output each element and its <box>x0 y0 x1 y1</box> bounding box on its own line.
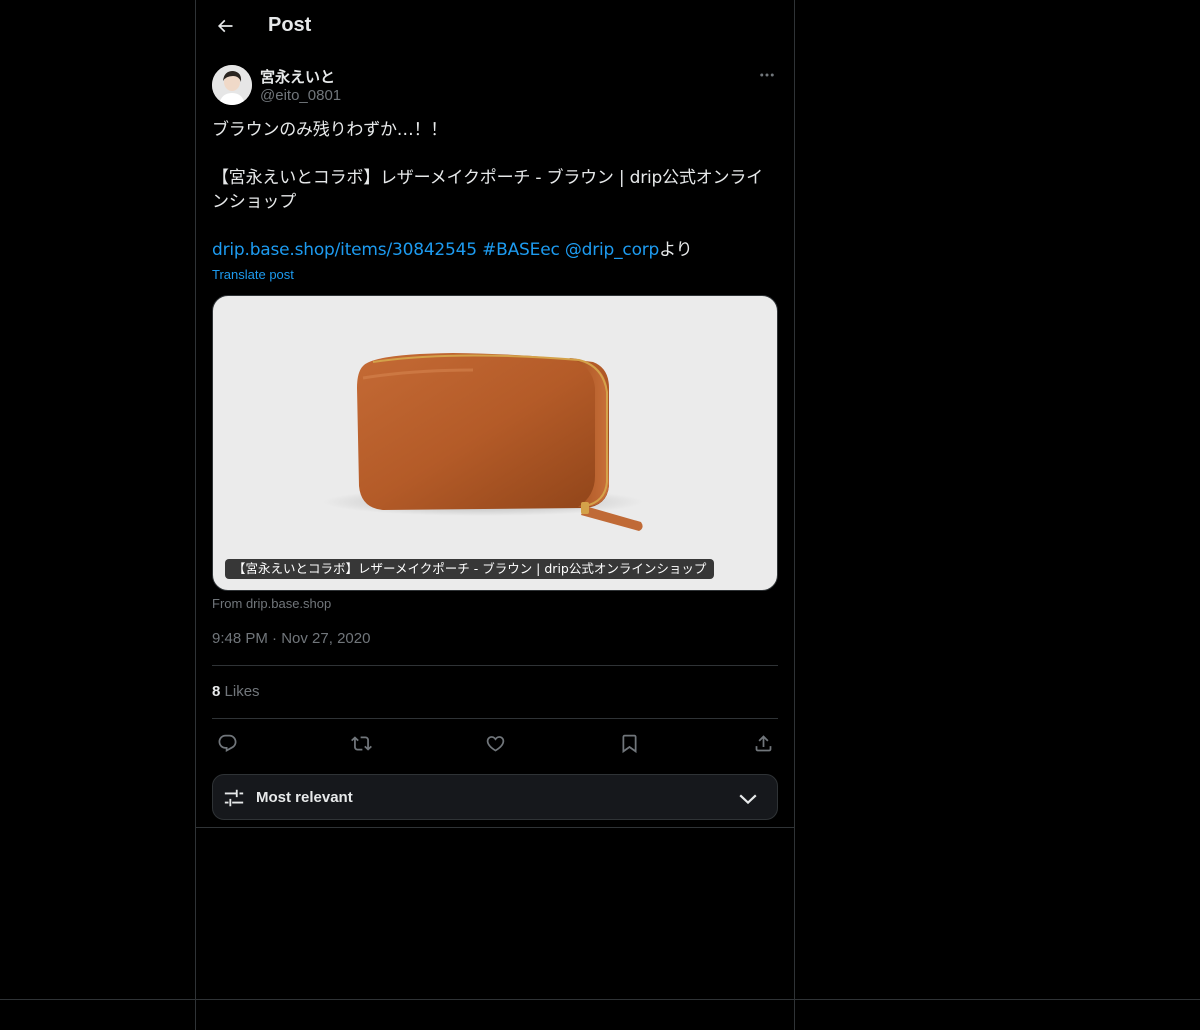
likes-count[interactable]: 8 Likes <box>212 683 260 700</box>
timestamp-separator: · <box>272 630 278 647</box>
likes-number: 8 <box>212 683 221 700</box>
more-horizontal-icon <box>760 73 774 77</box>
main-column: Post 宮永えいと @eito_0801 ブラウンのみ残りわずか…！！ 【宮永… <box>195 0 795 1030</box>
post-text-blank <box>212 142 778 166</box>
translate-post-link[interactable]: Translate post <box>212 267 294 282</box>
reply-button[interactable] <box>212 728 242 758</box>
divider <box>212 718 778 719</box>
mention-link[interactable]: @drip_corp <box>565 240 660 260</box>
card-caption: 【宮永えいとコラボ】レザーメイクポーチ - ブラウン | drip公式オンライン… <box>225 559 715 579</box>
user-handle[interactable]: @eito_0801 <box>260 87 341 104</box>
reply-sort-dropdown[interactable]: Most relevant <box>212 774 778 820</box>
chevron-down-icon <box>739 794 757 805</box>
sort-label: Most relevant <box>256 789 353 806</box>
back-button[interactable] <box>208 9 242 43</box>
reply-icon <box>218 734 236 752</box>
post-time[interactable]: 9:48 PM <box>212 630 268 647</box>
retweet-icon <box>350 735 372 751</box>
divider <box>196 827 794 828</box>
display-name[interactable]: 宮永えいと <box>260 66 335 87</box>
post-text-suffix: より <box>659 240 693 260</box>
post-text: ブラウンのみ残りわずか…！！ 【宮永えいとコラボ】レザーメイクポーチ - ブラウ… <box>212 118 778 262</box>
post-text-line: 【宮永えいとコラボ】レザーメイクポーチ - ブラウン | drip公式オンライン… <box>212 168 763 212</box>
avatar[interactable] <box>212 65 252 105</box>
divider <box>212 665 778 666</box>
card-source[interactable]: From drip.base.shop <box>212 596 331 611</box>
bookmark-icon <box>622 734 636 753</box>
post-link[interactable]: drip.base.shop/items/30842545 <box>212 240 477 260</box>
avatar-image <box>212 65 252 105</box>
divider <box>0 999 1200 1000</box>
hashtag-link[interactable]: #BASEec <box>482 240 560 260</box>
bookmark-button[interactable] <box>614 728 644 758</box>
post-text-blank <box>212 214 778 238</box>
post-author: 宮永えいと @eito_0801 <box>212 64 778 108</box>
like-button[interactable] <box>480 728 510 758</box>
likes-label: Likes <box>224 683 260 700</box>
heart-icon <box>486 735 504 752</box>
post-text-line: ブラウンのみ残りわずか…！！ <box>212 120 448 140</box>
page-title: Post <box>268 14 312 36</box>
retweet-button[interactable] <box>346 728 376 758</box>
share-button[interactable] <box>748 728 778 758</box>
action-bar <box>212 728 778 758</box>
post-timestamp: 9:48 PM · Nov 27, 2020 <box>212 630 370 647</box>
link-card[interactable]: 【宮永えいとコラボ】レザーメイクポーチ - ブラウン | drip公式オンライン… <box>212 295 778 591</box>
sliders-icon <box>224 789 244 807</box>
post-date[interactable]: Nov 27, 2020 <box>281 630 370 647</box>
post-links-line: drip.base.shop/items/30842545 #BASEec @d… <box>212 238 778 262</box>
brown-leather-pouch-photo <box>323 353 643 531</box>
share-icon <box>755 734 771 751</box>
post-header: Post <box>196 0 794 53</box>
arrow-left-icon <box>217 19 233 33</box>
more-button[interactable] <box>756 64 778 86</box>
